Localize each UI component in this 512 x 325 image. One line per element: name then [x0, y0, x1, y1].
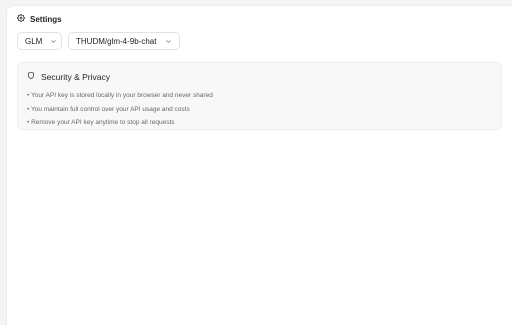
gear-icon: [16, 13, 26, 24]
shield-icon: [27, 71, 35, 82]
model-select-value: THUDM/glm-4-9b-chat: [76, 36, 157, 46]
settings-header: Settings: [16, 13, 62, 24]
settings-title: Settings: [30, 14, 62, 24]
security-privacy-title: Security & Privacy: [41, 71, 110, 82]
provider-select[interactable]: GLM: [17, 32, 62, 50]
provider-select-value: GLM: [25, 36, 43, 46]
model-selectors: GLM THUDM/glm-4-9b-chat: [17, 32, 180, 50]
security-points-list: • Your API key is stored locally in your…: [27, 89, 213, 130]
chevron-down-icon: [50, 38, 57, 45]
chevron-down-icon: [165, 38, 172, 45]
list-item: • You maintain full control over your AP…: [27, 105, 190, 113]
security-privacy-card: Security & Privacy • Your API key is sto…: [17, 62, 502, 130]
list-item: • Remove your API key anytime to stop al…: [27, 119, 175, 126]
list-item: • Your API key is stored locally in your…: [27, 92, 213, 99]
security-privacy-header: Security & Privacy: [27, 71, 110, 82]
model-select[interactable]: THUDM/glm-4-9b-chat: [68, 32, 180, 50]
settings-panel: Settings GLM THUDM/glm-4-9b-chat Securit…: [6, 5, 512, 325]
